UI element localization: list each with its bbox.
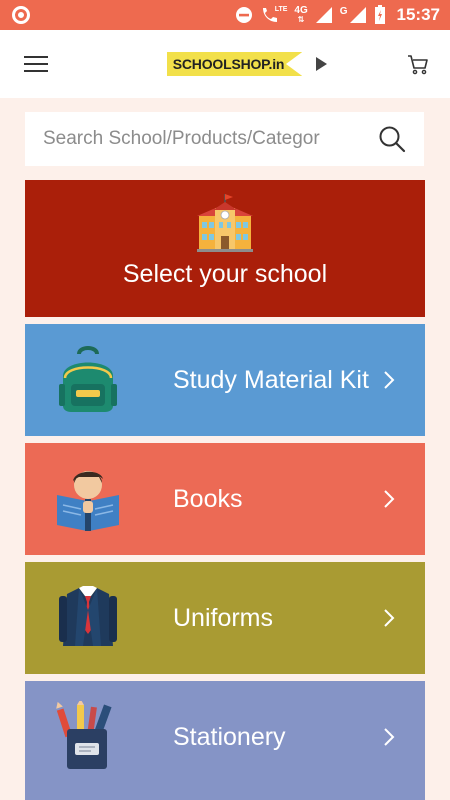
school-building-icon xyxy=(197,194,253,252)
do-not-disturb-icon xyxy=(235,7,252,23)
app-header: SCHOOLSHOP.in xyxy=(0,30,450,98)
chevron-right-icon xyxy=(384,371,395,389)
search-icon[interactable] xyxy=(378,125,406,153)
category-study-material-kit[interactable]: Study Material Kit xyxy=(25,324,425,436)
category-books[interactable]: Books xyxy=(25,443,425,555)
cart-icon[interactable] xyxy=(406,52,430,76)
battery-icon xyxy=(374,5,385,24)
signal-icon-secondary xyxy=(349,7,366,23)
reading-boy-icon xyxy=(57,471,119,531)
pencil-holder-icon xyxy=(56,701,112,769)
clock: 15:37 xyxy=(396,5,440,24)
logo[interactable]: SCHOOLSHOP.in xyxy=(166,52,328,76)
status-bar: LTE 4G ⇅ G 15:37 xyxy=(0,0,450,30)
chevron-right-icon xyxy=(384,490,395,508)
search-input[interactable] xyxy=(43,128,378,150)
category-label: Stationery xyxy=(173,723,286,751)
select-school-card[interactable]: Select your school xyxy=(25,180,425,317)
network-type-label: 4G ⇅ xyxy=(294,5,308,25)
category-uniforms[interactable]: Uniforms xyxy=(25,562,425,674)
category-stationery[interactable]: Stationery xyxy=(25,681,425,800)
network-secondary-label: G xyxy=(339,5,348,17)
uniform-blazer-icon xyxy=(59,586,117,646)
category-label: Uniforms xyxy=(173,604,274,632)
select-school-label: Select your school xyxy=(122,260,328,288)
logo-text: SCHOOLSHOP.in xyxy=(166,52,303,76)
notification-dot-icon xyxy=(12,6,30,24)
chevron-right-icon xyxy=(384,728,395,746)
chevron-right-icon xyxy=(384,609,395,627)
category-label: Study Material Kit xyxy=(173,366,369,394)
volte-badge: LTE xyxy=(274,5,288,13)
play-icon xyxy=(316,57,328,71)
search-bar xyxy=(25,112,424,166)
backpack-icon xyxy=(59,346,117,412)
menu-icon[interactable] xyxy=(24,54,48,74)
category-label: Books xyxy=(173,485,243,513)
signal-icon xyxy=(315,7,332,23)
